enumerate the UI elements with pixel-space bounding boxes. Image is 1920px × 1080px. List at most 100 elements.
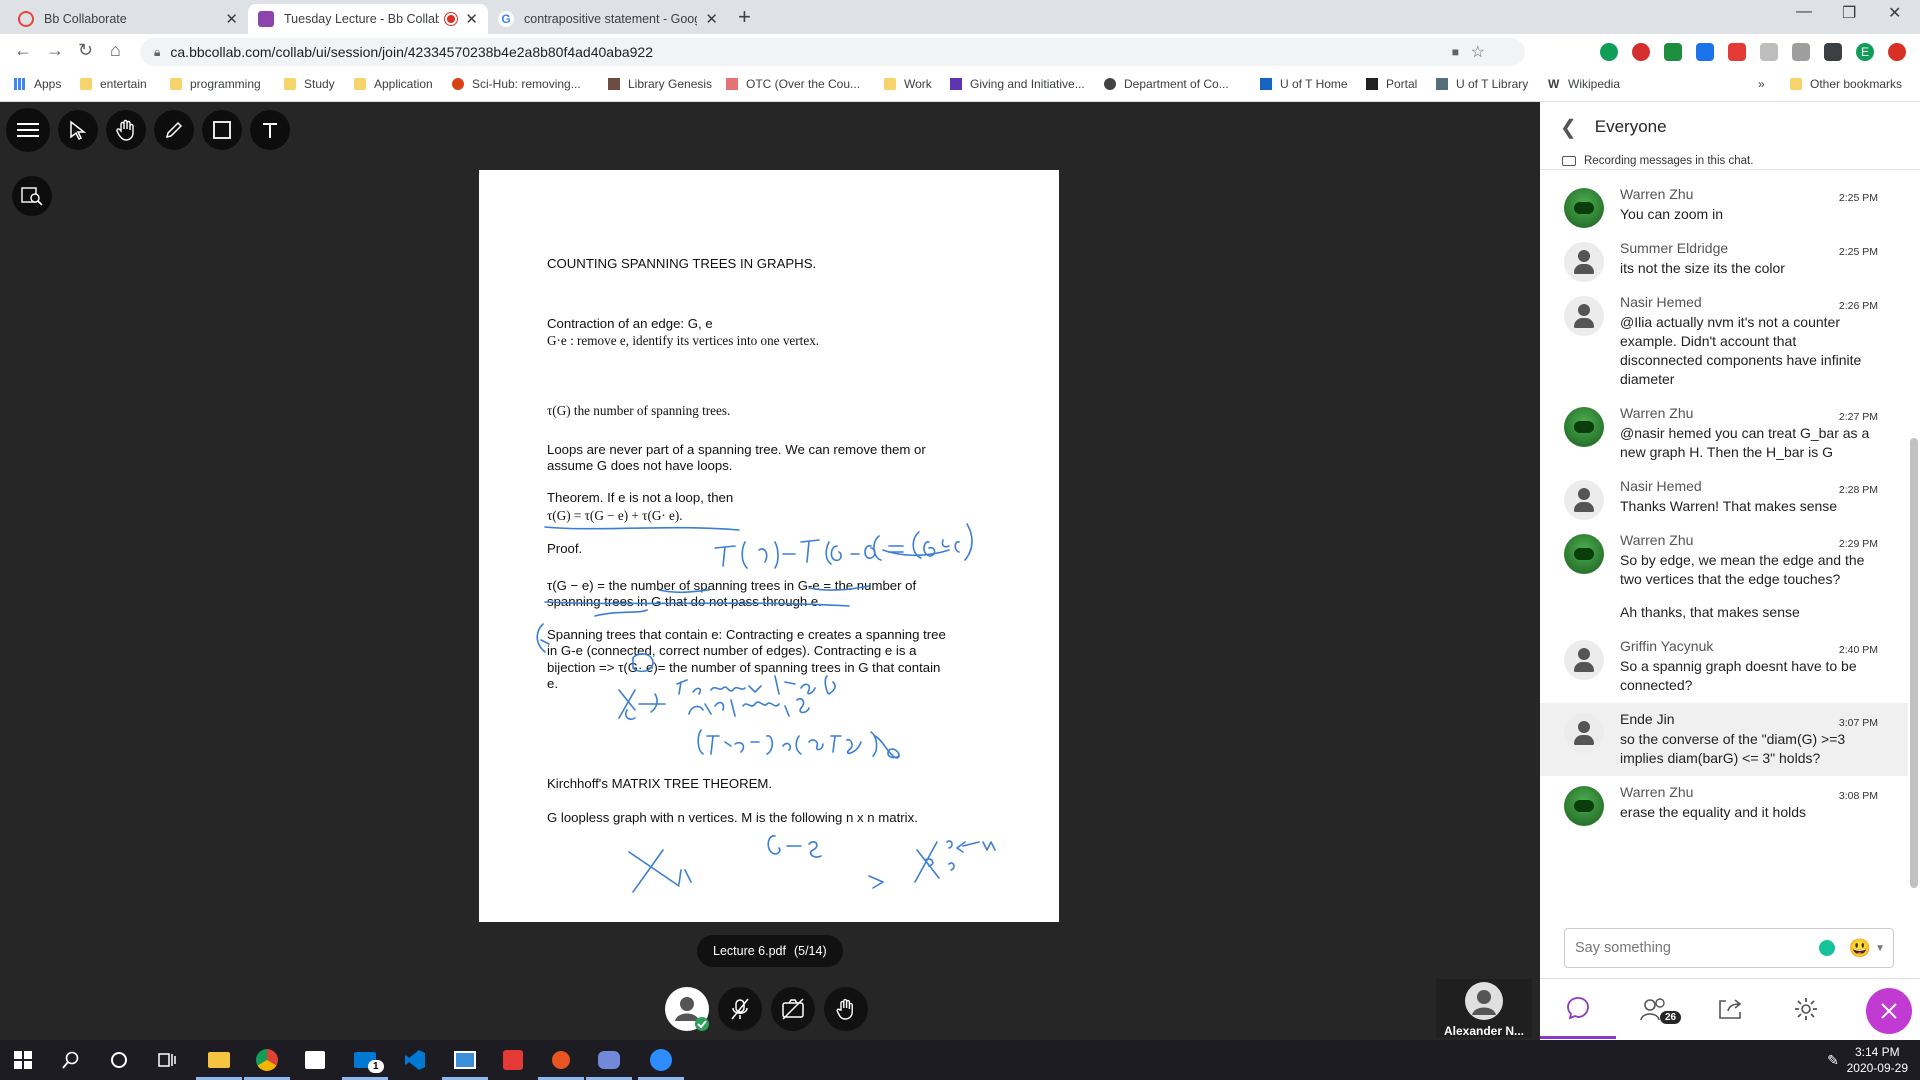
discord-taskbar-button[interactable]	[586, 1046, 632, 1080]
chat-message-input[interactable]: Say something 😃 ▼	[1564, 928, 1894, 968]
cortana-button[interactable]	[104, 1046, 134, 1074]
message-time: 2:27 PM	[1838, 411, 1878, 423]
back-chevron-icon[interactable]: ❮	[1560, 115, 1577, 140]
handwritten-ink-annotations	[536, 523, 996, 893]
extension-icon[interactable]	[1760, 43, 1778, 61]
tab-google-search[interactable]: G contrapositive statement - Goog... ✕	[488, 4, 728, 34]
system-clock[interactable]: 3:14 PM 2020-09-29	[1847, 1044, 1908, 1076]
chat-tab-button[interactable]	[1540, 979, 1616, 1039]
share-content-tab-button[interactable]	[1692, 979, 1768, 1039]
back-button[interactable]: ←	[14, 40, 32, 61]
avatar	[1564, 640, 1604, 680]
snipping-tool-icon	[454, 1051, 476, 1069]
microphone-toggle-button[interactable]	[718, 987, 762, 1031]
acrobat-taskbar-button[interactable]	[498, 1046, 528, 1074]
hamburger-menu-icon	[17, 123, 39, 137]
pen-workspace-button[interactable]: ✎	[1818, 1046, 1848, 1074]
coupon-extension-icon[interactable]	[1728, 43, 1746, 61]
session-menu-button[interactable]	[6, 108, 50, 152]
bookmarks-overflow-chevron-icon[interactable]: »	[1758, 77, 1765, 91]
raise-hand-button[interactable]	[824, 987, 868, 1031]
bookmark-wikipedia[interactable]: W Wikipedia	[1548, 77, 1620, 91]
bookmark-star-icon[interactable]: ☆	[1471, 42, 1485, 62]
task-view-button[interactable]	[152, 1046, 182, 1074]
camera-toggle-button[interactable]	[771, 987, 815, 1031]
bookmark-other[interactable]: Other bookmarks	[1790, 77, 1902, 91]
camera-icon[interactable]: ■	[1452, 45, 1459, 59]
pen-tool-button[interactable]	[154, 110, 194, 150]
search-button[interactable]	[56, 1046, 86, 1074]
git-taskbar-button[interactable]	[538, 1046, 584, 1080]
checkmark-extension-icon[interactable]	[1664, 43, 1682, 61]
reload-button[interactable]: ↻	[78, 40, 93, 61]
mail-taskbar-button[interactable]: 1	[342, 1046, 388, 1080]
snipping-taskbar-button[interactable]	[442, 1046, 488, 1080]
chat-message: Warren Zhu 2:25 PM You can zoom in	[1540, 178, 1908, 232]
zoom-tool-button[interactable]	[12, 176, 52, 216]
emoji-picker-icon[interactable]: 😃	[1849, 938, 1871, 959]
close-window-button[interactable]: ✕	[1888, 3, 1901, 23]
zoom-taskbar-button[interactable]	[638, 1046, 684, 1080]
chat-message-list[interactable]: Warren Zhu 2:25 PM You can zoom in Summe…	[1540, 178, 1908, 916]
start-button[interactable]	[8, 1046, 38, 1074]
bookmark-application[interactable]: Application	[354, 77, 433, 91]
tab-bb-collaborate[interactable]: Bb Collaborate ✕	[8, 4, 248, 34]
scrollbar-thumb[interactable]	[1910, 438, 1918, 888]
message-time: 2:26 PM	[1838, 300, 1878, 312]
new-tab-button[interactable]: +	[738, 4, 751, 30]
bookmark-otc[interactable]: OTC (Over the Cou...	[726, 77, 860, 91]
home-button[interactable]: ⌂	[110, 40, 121, 61]
chat-message: Nasir Hemed 2:26 PM @Ilia actually nvm i…	[1540, 286, 1908, 397]
bookmark-uoft-home[interactable]: U of T Home	[1260, 77, 1348, 91]
close-tab-icon[interactable]: ✕	[225, 10, 238, 28]
minimize-button[interactable]: —	[1796, 3, 1812, 21]
puzzle-extensions-icon[interactable]	[1824, 43, 1842, 61]
select-tool-button[interactable]	[58, 110, 98, 150]
bookmark-uoft-library[interactable]: U of T Library	[1436, 77, 1528, 91]
shared-pdf-page[interactable]: COUNTING SPANNING TREES IN GRAPHS. Contr…	[479, 170, 1059, 922]
text-tool-button[interactable]	[250, 110, 290, 150]
avatar	[1564, 407, 1604, 447]
cortana-circle-icon	[111, 1052, 127, 1068]
bookmark-apps[interactable]: Apps	[14, 77, 61, 91]
document-page-indicator[interactable]: Lecture 6.pdf (5/14)	[697, 935, 843, 967]
chrome-taskbar-button[interactable]	[244, 1046, 290, 1080]
chat-scrollbar[interactable]	[1908, 178, 1920, 916]
my-status-button[interactable]	[665, 987, 709, 1031]
attendees-tab-button[interactable]: 26	[1616, 979, 1692, 1039]
globe-icon	[1104, 78, 1116, 90]
profile-avatar[interactable]: E	[1856, 43, 1874, 61]
microphone-off-icon	[731, 998, 749, 1020]
pan-tool-button[interactable]	[106, 110, 146, 150]
bookmark-sci-hub[interactable]: Sci-Hub: removing...	[452, 77, 581, 91]
bookmark-programming[interactable]: programming	[170, 77, 261, 91]
opera-extension-icon[interactable]	[1632, 43, 1650, 61]
file-explorer-taskbar-button[interactable]	[196, 1046, 242, 1080]
settings-tab-button[interactable]	[1768, 979, 1844, 1039]
forward-button[interactable]: →	[46, 40, 64, 61]
shape-tool-button[interactable]	[202, 110, 242, 150]
store-taskbar-button[interactable]	[300, 1046, 330, 1074]
bookmark-study[interactable]: Study	[284, 77, 335, 91]
bookmark-library-genesis[interactable]: Library Genesis	[608, 77, 712, 91]
address-bar[interactable]: 🔒︎ ca.bbcollab.com/collab/ui/session/joi…	[140, 38, 1525, 66]
bookmark-giving[interactable]: Giving and Initiative...	[950, 77, 1085, 91]
bookmark-work[interactable]: Work	[884, 77, 932, 91]
chevron-down-icon[interactable]: ▼	[1875, 943, 1885, 954]
bookmark-entertain[interactable]: entertain	[80, 77, 147, 91]
grammarly-icon[interactable]	[1819, 940, 1835, 956]
bookmark-department[interactable]: Department of Co...	[1104, 77, 1229, 91]
vscode-taskbar-button[interactable]	[400, 1046, 430, 1074]
presenter-video-tile[interactable]: Alexander N...	[1436, 979, 1532, 1038]
translate-extension-icon[interactable]	[1696, 43, 1714, 61]
update-icon[interactable]	[1888, 43, 1906, 61]
close-tab-icon[interactable]: ✕	[705, 10, 718, 28]
bookmark-portal[interactable]: Portal	[1366, 77, 1417, 91]
close-panel-button[interactable]	[1866, 988, 1912, 1034]
flag-extension-icon[interactable]	[1792, 43, 1810, 61]
windows-taskbar: 1 ✎ 3:14 PM 2020-09-29	[0, 1040, 1920, 1080]
close-tab-icon[interactable]: ✕	[465, 10, 478, 28]
restore-button[interactable]: ❐	[1842, 3, 1856, 23]
tab-tuesday-lecture[interactable]: Tuesday Lecture - Bb Collab... ✕	[248, 4, 488, 34]
grammarly-extension-icon[interactable]	[1600, 43, 1618, 61]
